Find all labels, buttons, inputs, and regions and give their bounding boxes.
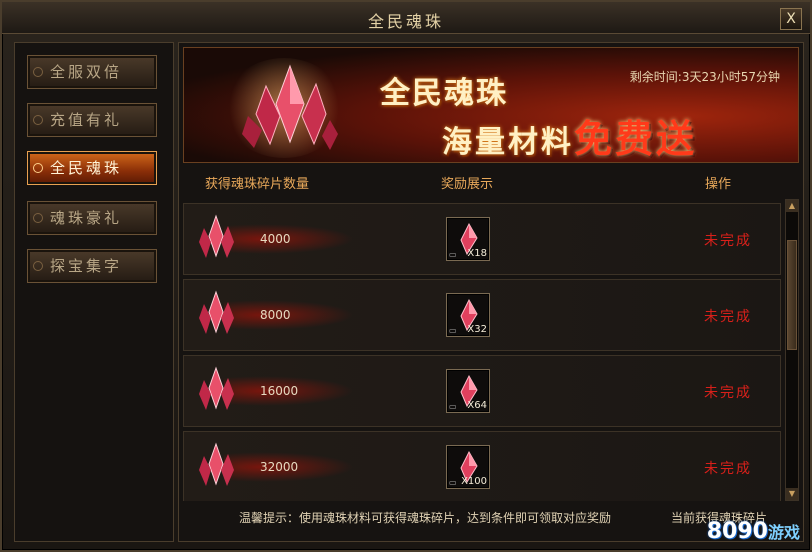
reward-quantity: X32 <box>467 324 487 335</box>
fragment-count: 32000 <box>260 460 299 474</box>
hint-text: 温馨提示：使用魂珠材料可获得魂珠碎片，达到条件即可领取对应奖励 <box>239 511 612 525</box>
reward-list: 4000 ▭ X18 未完成 8000 ▭ X32 未完成 16000 ▭ X6… <box>183 199 781 501</box>
watermark-text: 游戏 <box>767 523 800 542</box>
banner-subtitle-free: 免费送 <box>574 116 698 161</box>
scroll-thumb[interactable] <box>787 240 797 350</box>
scroll-up-arrow-icon[interactable]: ▲ <box>786 200 798 212</box>
event-window: 全民魂珠 X 全服双倍 充值有礼 全民魂珠 魂珠豪礼 探宝集字 全民魂珠 海量材… <box>0 0 812 552</box>
watermark-number: 8090 <box>706 519 768 544</box>
status-incomplete: 未完成 <box>704 461 752 477</box>
banner-subtitle: 海量材料免费送 <box>442 108 698 162</box>
table-row: 32000 ▭ X100 未完成 <box>183 431 781 501</box>
reward-item-slot[interactable]: ▭ X18 <box>446 217 490 261</box>
title-bar: 全民魂珠 X <box>2 2 810 34</box>
header-count: 获得魂珠碎片数量 <box>205 177 310 192</box>
table-row: 4000 ▭ X18 未完成 <box>183 203 781 275</box>
list-scrollbar[interactable]: ▲ ▼ <box>785 199 799 501</box>
status-incomplete: 未完成 <box>704 309 752 325</box>
fragment-count: 16000 <box>260 384 299 398</box>
banner-subtitle-main: 海量材料 <box>442 125 574 160</box>
countdown-label: 剩余时间: <box>629 70 682 84</box>
soul-crystal-icon <box>242 64 338 150</box>
banner-title: 全民魂珠 <box>380 76 508 111</box>
table-row: 16000 ▭ X64 未完成 <box>183 355 781 427</box>
soul-crystal-icon <box>199 290 234 334</box>
tab-server-double[interactable]: 全服双倍 <box>27 55 157 89</box>
table-header: 获得魂珠碎片数量 奖励展示 操作 <box>183 169 799 195</box>
reward-item-slot[interactable]: ▭ X64 <box>446 369 490 413</box>
soul-crystal-icon <box>199 366 234 410</box>
event-banner: 全民魂珠 海量材料免费送 剩余时间:3天23小时57分钟 <box>183 47 799 163</box>
site-watermark-logo: 8090游戏 <box>707 519 800 544</box>
ornament-icon <box>33 261 43 271</box>
close-button[interactable]: X <box>780 8 802 30</box>
table-row: 8000 ▭ X32 未完成 <box>183 279 781 351</box>
tab-label: 探宝集字 <box>50 257 123 275</box>
ornament-icon <box>33 163 43 173</box>
soul-crystal-icon <box>199 442 234 486</box>
ornament-icon <box>33 213 43 223</box>
tab-soul-orb-gift[interactable]: 魂珠豪礼 <box>27 201 157 235</box>
countdown-value: 3天23小时57分钟 <box>681 70 780 84</box>
scroll-down-arrow-icon[interactable]: ▼ <box>786 488 798 500</box>
status-incomplete: 未完成 <box>704 385 752 401</box>
reward-item-slot[interactable]: ▭ X100 <box>446 445 490 489</box>
reward-item-slot[interactable]: ▭ X32 <box>446 293 490 337</box>
status-incomplete: 未完成 <box>704 233 752 249</box>
tab-treasure-words[interactable]: 探宝集字 <box>27 249 157 283</box>
bind-mark: ▭ <box>449 250 457 259</box>
bind-mark: ▭ <box>449 478 457 487</box>
tab-label: 全民魂珠 <box>50 159 123 177</box>
window-title: 全民魂珠 <box>367 12 444 31</box>
bind-mark: ▭ <box>449 402 457 411</box>
ornament-icon <box>33 115 43 125</box>
header-action: 操作 <box>705 177 732 192</box>
tab-soul-orb[interactable]: 全民魂珠 <box>27 151 157 185</box>
reward-quantity: X100 <box>461 476 487 487</box>
ornament-icon <box>33 67 43 77</box>
content-panel: 全民魂珠 海量材料免费送 剩余时间:3天23小时57分钟 获得魂珠碎片数量 奖励… <box>178 42 804 542</box>
sidebar: 全服双倍 充值有礼 全民魂珠 魂珠豪礼 探宝集字 <box>14 42 174 542</box>
countdown: 剩余时间:3天23小时57分钟 <box>630 68 780 85</box>
fragment-count: 8000 <box>260 308 291 322</box>
header-reward: 奖励展示 <box>441 177 494 192</box>
tab-recharge-gift[interactable]: 充值有礼 <box>27 103 157 137</box>
reward-quantity: X64 <box>467 400 487 411</box>
fragment-count: 4000 <box>260 232 291 246</box>
bind-mark: ▭ <box>449 326 457 335</box>
soul-crystal-icon <box>199 214 234 258</box>
tab-label: 充值有礼 <box>50 111 123 129</box>
tab-label: 魂珠豪礼 <box>50 209 123 227</box>
tab-label: 全服双倍 <box>50 63 123 81</box>
reward-quantity: X18 <box>467 248 487 259</box>
